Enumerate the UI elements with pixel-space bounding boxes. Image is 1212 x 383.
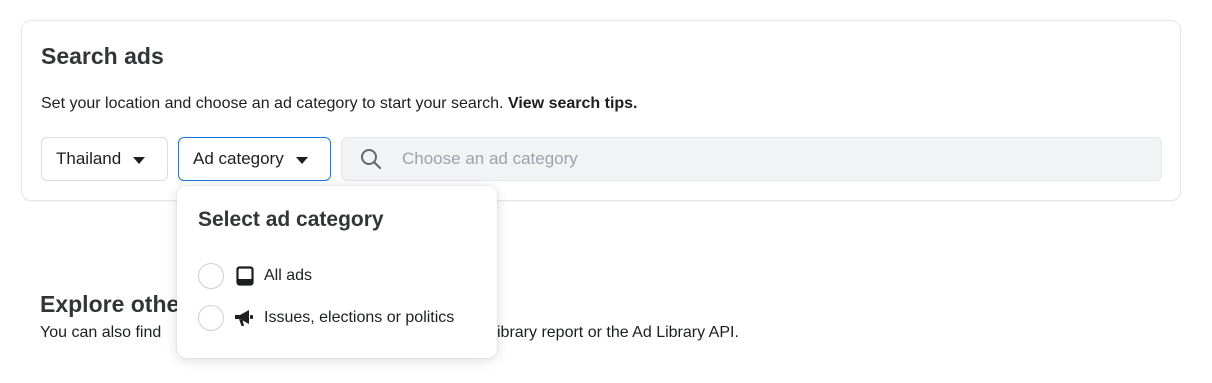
option-label: All ads — [264, 267, 313, 284]
explore-title: Explore othe — [40, 291, 180, 317]
search-input[interactable] — [402, 149, 1102, 169]
search-icon — [361, 149, 382, 170]
search-ads-card: Search ads Set your location and choose … — [21, 20, 1181, 201]
option-all-ads[interactable]: All ads — [198, 261, 312, 291]
option-issues-elections-politics[interactable]: Issues, elections or politics — [198, 303, 454, 333]
radio-button[interactable] — [198, 305, 224, 331]
caret-down-icon — [133, 156, 146, 164]
popup-title: Select ad category — [198, 208, 384, 231]
option-label: Issues, elections or politics — [264, 309, 455, 326]
ad-category-dropdown[interactable]: Ad category — [178, 137, 331, 181]
select-ad-category-popup: Select ad category All ads Issues, elect… — [177, 186, 497, 358]
search-description: Set your location and choose an ad categ… — [41, 95, 638, 113]
country-dropdown[interactable]: Thailand — [41, 137, 168, 181]
caret-down-icon — [295, 156, 308, 164]
view-search-tips-link[interactable]: View search tips. — [508, 95, 638, 112]
ad-category-dropdown-label: Ad category — [193, 149, 284, 168]
radio-button[interactable] — [198, 263, 224, 289]
search-field[interactable] — [341, 137, 1162, 181]
country-dropdown-label: Thailand — [56, 149, 122, 168]
tablet-icon — [234, 265, 256, 287]
megaphone-icon — [234, 307, 256, 329]
search-ads-title: Search ads — [41, 43, 164, 69]
explore-description: You can also find — [40, 324, 162, 341]
explore-description-tail: ibrary report or the Ad Library API. — [497, 324, 739, 341]
search-description-text: Set your location and choose an ad categ… — [41, 95, 504, 112]
